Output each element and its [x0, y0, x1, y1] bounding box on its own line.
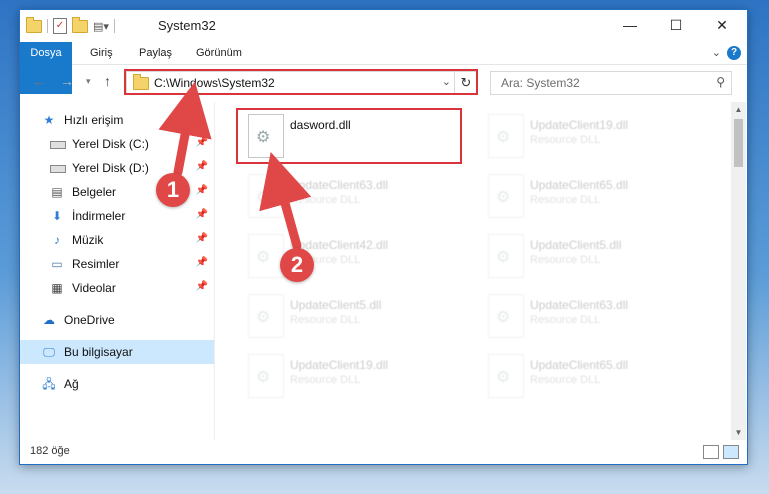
arrow-step2 [259, 151, 312, 251]
annotation-arrows [158, 81, 312, 251]
arrow-step1 [158, 81, 212, 177]
step-badge-2: 2 [280, 248, 314, 282]
step-badge-1: 1 [156, 173, 190, 207]
